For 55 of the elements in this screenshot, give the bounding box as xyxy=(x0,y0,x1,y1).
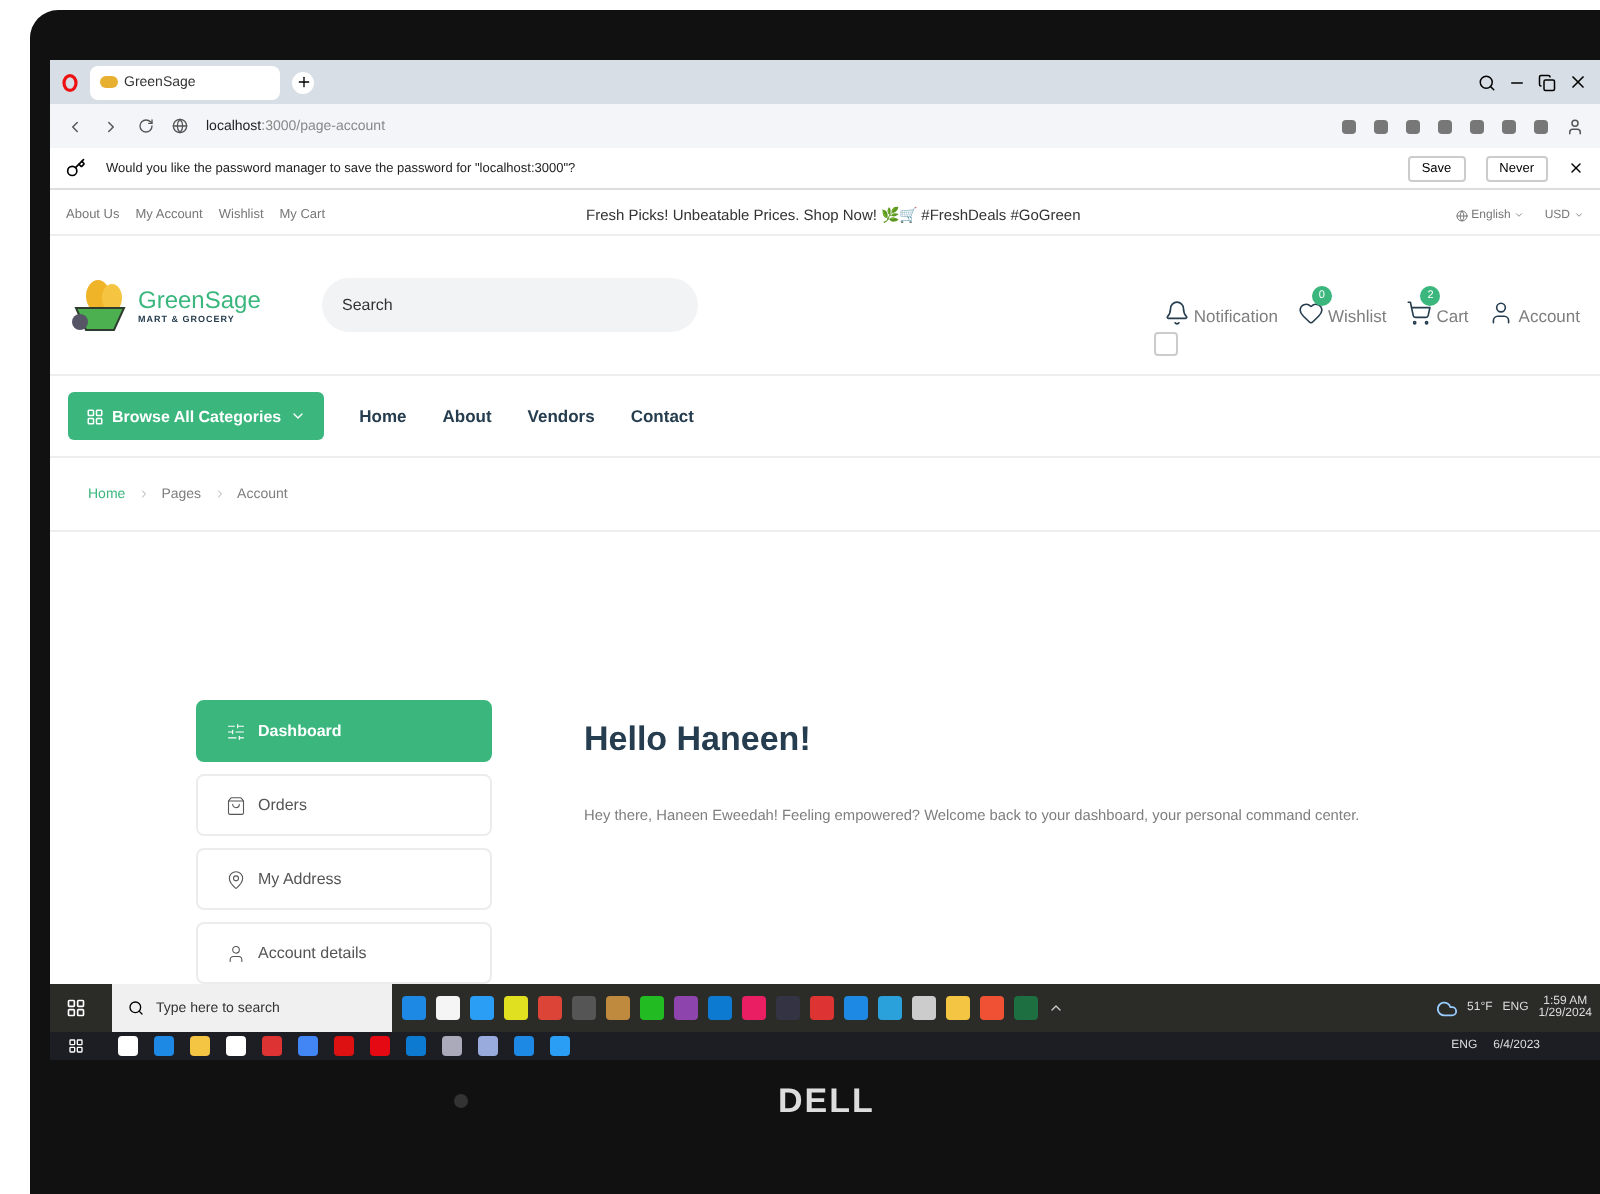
toolbar-icon[interactable] xyxy=(1406,119,1420,133)
details-icon xyxy=(226,943,246,963)
globe-icon xyxy=(172,118,188,134)
windows-icon xyxy=(68,1038,84,1054)
toolbar-icon[interactable] xyxy=(1374,119,1388,133)
chevron-right-icon xyxy=(137,488,150,500)
globe-icon xyxy=(1455,209,1468,221)
greeting-heading: Hello Haneen! xyxy=(584,720,813,760)
key-icon xyxy=(66,158,86,178)
notification-link[interactable]: Notification xyxy=(1163,285,1278,325)
orders-icon xyxy=(226,795,246,815)
restore-icon[interactable] xyxy=(1538,73,1556,91)
webcam-icon xyxy=(454,1094,468,1108)
nav-link[interactable]: Vendors xyxy=(527,406,595,426)
chevron-down-icon xyxy=(1514,210,1525,220)
account-menu-item[interactable]: Orders xyxy=(196,774,492,836)
chevron-down-icon xyxy=(289,408,306,424)
weather-icon xyxy=(1435,997,1458,1019)
search-icon[interactable] xyxy=(1478,73,1496,91)
wishlist-icon xyxy=(1297,299,1324,325)
search-icon xyxy=(128,1000,144,1016)
reload-icon[interactable] xyxy=(138,118,154,134)
windows-icon xyxy=(66,998,86,1018)
profile-icon[interactable] xyxy=(1566,117,1584,135)
back-icon[interactable] xyxy=(66,117,84,135)
nav-link[interactable]: Contact xyxy=(630,406,694,426)
search-field[interactable]: Search xyxy=(322,278,698,332)
chevron-down-icon xyxy=(1574,210,1584,220)
account-icon xyxy=(1488,299,1515,325)
account-menu-item[interactable]: My Address xyxy=(196,848,492,910)
brand-name: GreenSage xyxy=(138,286,261,314)
toolbar-icon[interactable] xyxy=(1502,119,1516,133)
checkbox[interactable] xyxy=(1153,331,1178,355)
notification-icon xyxy=(1163,299,1190,325)
chevron-right-icon xyxy=(213,488,226,500)
browser-logo-icon xyxy=(62,73,78,91)
grid-icon xyxy=(86,407,104,425)
close-icon[interactable] xyxy=(1568,72,1588,92)
forward-icon[interactable] xyxy=(102,117,120,135)
cart-icon xyxy=(1406,299,1433,325)
logo-icon xyxy=(100,76,118,88)
nav-link[interactable]: About xyxy=(442,406,492,426)
close-icon[interactable] xyxy=(1568,160,1584,176)
new-tab-button[interactable] xyxy=(292,71,314,93)
toolbar-icon[interactable] xyxy=(1470,119,1484,133)
address-icon xyxy=(226,869,246,889)
nav-link[interactable]: Home xyxy=(359,406,407,426)
account-link[interactable]: Account xyxy=(1488,285,1580,325)
account-menu-item[interactable]: Account details xyxy=(196,922,492,984)
dashboard-icon xyxy=(226,721,246,741)
basket-logo-icon xyxy=(70,277,130,333)
laptop-logo: DELL xyxy=(778,1081,875,1121)
toolbar-icon[interactable] xyxy=(1438,119,1452,133)
toolbar-icon[interactable] xyxy=(1534,119,1548,133)
toolbar-icon[interactable] xyxy=(1342,119,1356,133)
